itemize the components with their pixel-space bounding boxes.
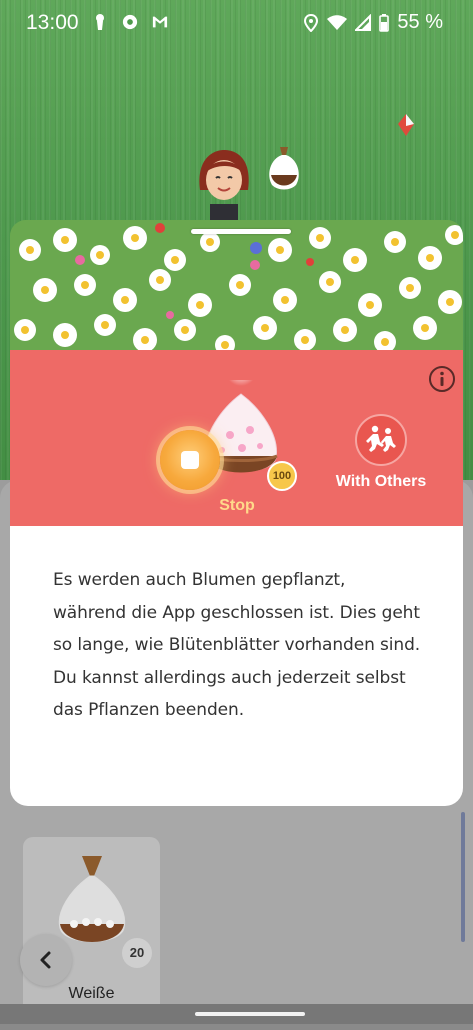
gmail-icon	[152, 16, 168, 28]
petal-count-badge: 100	[267, 461, 297, 491]
chrome-icon	[122, 14, 138, 30]
home-indicator[interactable]	[195, 1012, 305, 1016]
back-button[interactable]	[20, 934, 72, 986]
info-icon[interactable]	[428, 365, 456, 393]
battery-percentage: 55 %	[397, 11, 443, 33]
flower-field-banner	[10, 220, 463, 360]
flower-field-illustration	[10, 220, 463, 360]
location-icon	[304, 13, 319, 32]
item-count-badge: 20	[122, 938, 152, 968]
chevron-left-icon	[40, 951, 51, 969]
sheet-drag-handle[interactable]	[191, 229, 291, 234]
people-running-icon	[366, 425, 396, 452]
status-system-icons: 55 %	[303, 11, 443, 34]
signal-icon	[355, 13, 372, 31]
scrollbar[interactable]	[461, 812, 465, 942]
stop-icon	[181, 451, 199, 469]
wifi-icon	[327, 14, 348, 30]
map-pin-icon	[398, 114, 414, 136]
with-others-button[interactable]	[355, 414, 407, 466]
stop-label: Stop	[219, 497, 255, 514]
status-notification-icons	[92, 13, 168, 31]
status-bar: 13:00 55 %	[0, 0, 473, 46]
keyhole-icon	[96, 14, 104, 30]
battery-icon	[379, 13, 390, 32]
with-others-label: With Others	[335, 473, 427, 490]
status-time: 13:00	[26, 11, 79, 34]
description-text: Es werden auch Blumen gepflanzt, während…	[53, 570, 421, 720]
flower-pouch-icon	[269, 147, 299, 190]
description-panel: Es werden auch Blumen gepflanzt, während…	[10, 526, 463, 806]
mii-avatar	[199, 150, 249, 220]
